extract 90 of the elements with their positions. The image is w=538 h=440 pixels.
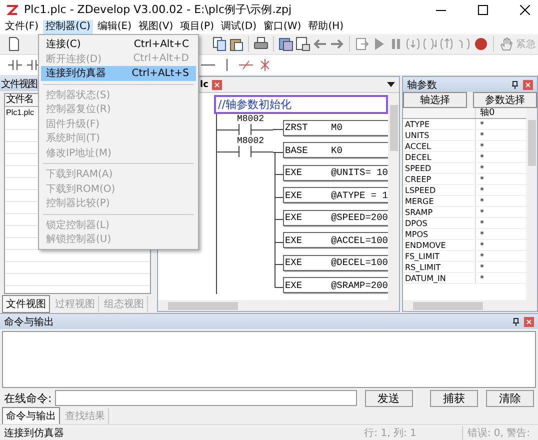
table-cell-text: * bbox=[479, 218, 484, 228]
instruction-operand: @ACCEL=100 bbox=[330, 234, 388, 246]
menu-item[interactable]: 视图(V) bbox=[135, 20, 176, 34]
table-cell-text: * bbox=[479, 196, 484, 206]
table-cell-text: * bbox=[479, 207, 484, 218]
menu-item-label: 锁定控制器(L) bbox=[46, 218, 110, 232]
table-cell-text: * bbox=[479, 262, 484, 272]
table-cell: ATYPE bbox=[403, 119, 476, 130]
shortcut-label: Ctrl+Alt+D bbox=[133, 53, 189, 64]
table-cell-text: * bbox=[479, 185, 484, 196]
shortcut-label: Ctrl+ALt+S bbox=[132, 68, 189, 79]
menu-item[interactable]: 文件(F) bbox=[2, 20, 42, 34]
contact-label: M8002 bbox=[237, 136, 266, 146]
table-cell: ACCEL bbox=[403, 141, 476, 152]
table-cell: LSPEED bbox=[403, 185, 476, 196]
instruction-operand: @DECEL=100 bbox=[330, 257, 388, 268]
comment-box: //轴参数初始化 bbox=[214, 95, 388, 114]
panel-tab[interactable]: 文件视图 bbox=[2, 295, 50, 314]
table-cell-text: * bbox=[479, 251, 484, 262]
table-cell-text: * bbox=[479, 152, 484, 162]
menu-item-label: 断开连接(D) bbox=[46, 52, 102, 66]
table-cell: DECEL bbox=[403, 152, 476, 162]
table-cell: MERGE bbox=[403, 196, 476, 206]
table-cell-text: * bbox=[479, 163, 484, 174]
table-cell-text: * bbox=[479, 174, 484, 184]
editor-tab[interactable]: lc bbox=[200, 80, 208, 90]
menu-item[interactable]: 窗口(W) bbox=[260, 20, 304, 34]
table-cell-text: * bbox=[479, 130, 484, 140]
menu-item[interactable]: 编辑(E) bbox=[94, 20, 134, 34]
file-item[interactable]: Plc1.plc bbox=[6, 108, 34, 118]
panel-tab[interactable]: 命令与输出 bbox=[2, 407, 60, 426]
instruction-name: EXE bbox=[284, 190, 304, 201]
instruction-operand: @SRAMP=200 bbox=[330, 280, 388, 291]
panel-title: 命令与输出 bbox=[4, 316, 54, 329]
shortcut-label: Ctrl+Alt+C bbox=[134, 38, 189, 50]
menu-item[interactable]: 帮助(H) bbox=[305, 20, 347, 34]
panel-title: 文件视图 bbox=[1, 78, 37, 91]
menu-item-label: 系统时间(T) bbox=[46, 132, 100, 146]
menu-item-label: 解锁控制器(U) bbox=[46, 232, 112, 246]
instruction-operand: K0 bbox=[331, 144, 342, 156]
table-cell: RS_LIMIT bbox=[403, 262, 476, 272]
menu-item-label: 下载到RAM(A) bbox=[46, 168, 113, 182]
table-cell-text: * bbox=[479, 273, 484, 284]
menu-item[interactable]: 项目(P) bbox=[177, 20, 217, 34]
menu-item-label: 连接(C) bbox=[46, 38, 81, 52]
contact-label: M8002 bbox=[237, 114, 266, 124]
menu-item[interactable]: 连接到仿真器 Ctrl+ALt+S bbox=[41, 66, 196, 80]
instruction-operand: @ATYPE = 1 bbox=[330, 190, 388, 201]
menu-item-label: 控制器比较(P) bbox=[46, 196, 110, 210]
clear-button[interactable]: 清除 bbox=[486, 390, 534, 407]
table-cell: CREEP bbox=[403, 174, 476, 184]
instruction-name: BASE bbox=[284, 144, 309, 156]
menu-item-label: 修改IP地址(M) bbox=[46, 146, 112, 160]
menu-item[interactable]: 调试(D) bbox=[218, 20, 260, 34]
menu-item-label: 下载到ROM(O) bbox=[46, 182, 116, 196]
select-button[interactable]: 轴选择 bbox=[403, 92, 467, 108]
send-button[interactable]: 发送 bbox=[364, 390, 413, 407]
table-cell-text: * bbox=[479, 229, 484, 240]
select-button[interactable]: 参数选择 bbox=[473, 92, 537, 108]
instruction-operand: M0 bbox=[331, 122, 342, 134]
instruction-operand: @SPEED=200 bbox=[330, 212, 388, 224]
panel-title: 轴参数 bbox=[407, 78, 437, 92]
window-title: Plc1.plc - ZDevelop V3.00.02 - E:\plc例子\示例.zpj bbox=[24, 2, 292, 18]
table-cell-text: * bbox=[479, 240, 484, 250]
table-cell: SPEED bbox=[403, 163, 476, 174]
table-cell: ENDMOVE bbox=[403, 240, 476, 250]
instruction-name: EXE bbox=[284, 212, 304, 224]
instruction-name: EXE bbox=[284, 280, 304, 291]
capture-button[interactable]: 捕获 bbox=[430, 390, 478, 407]
table-cell: DATUM_IN bbox=[403, 273, 476, 284]
status-message: 连接到仿真器 bbox=[4, 426, 64, 440]
menu-item[interactable]: 控制器(C) bbox=[42, 20, 94, 34]
error-count: 错误: 0, 警告: bbox=[462, 426, 534, 440]
table-cell: SRAMP bbox=[403, 207, 476, 218]
instruction-operand: @UNITS= 10 bbox=[330, 167, 388, 178]
command-label: 在线命令: bbox=[4, 390, 52, 406]
table-cell: MPOS bbox=[403, 229, 476, 240]
instruction-name: EXE bbox=[284, 234, 304, 246]
table-cell-text: * bbox=[479, 119, 484, 130]
menu-item-label: 固件升级(F) bbox=[46, 118, 100, 131]
instruction-name: ZRST bbox=[284, 122, 309, 134]
table-cell: DPOS bbox=[403, 218, 476, 228]
menu-item-label: 连接到仿真器 bbox=[46, 66, 106, 80]
menu-item[interactable]: 连接(C) Ctrl+Alt+C bbox=[41, 37, 196, 52]
instruction-name: EXE bbox=[284, 167, 304, 178]
table-cell: UNITS bbox=[403, 130, 476, 140]
table-cell: FS_LIMIT bbox=[403, 251, 476, 262]
table-cell-text: * bbox=[479, 141, 484, 152]
cursor-position: 行: 1, 列: 1 bbox=[364, 426, 416, 440]
instruction-name: EXE bbox=[284, 257, 304, 268]
